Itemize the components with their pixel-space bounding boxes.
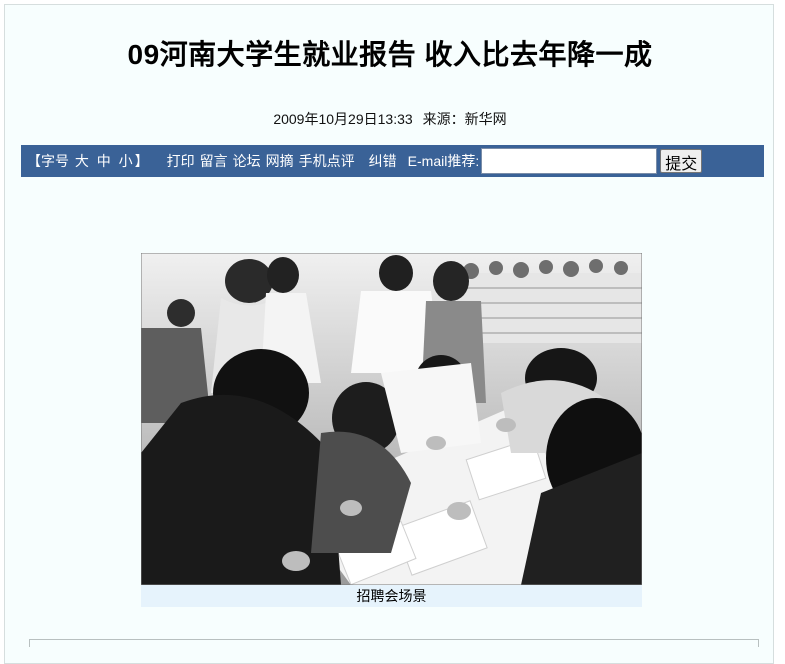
publish-datetime: 2009年10月29日13:33	[273, 111, 413, 127]
forum-link[interactable]: 论坛	[233, 151, 261, 171]
font-size-small-link[interactable]: 小	[119, 153, 133, 169]
email-recommend-label: E-mail推荐:	[407, 153, 480, 169]
font-size-label: 【字号	[27, 153, 69, 169]
article-source: 来源：新华网	[422, 111, 507, 127]
article-meta: 2009年10月29日13:33 来源：新华网	[5, 109, 775, 129]
print-link[interactable]: 打印	[167, 151, 195, 171]
photo-caption: 招聘会场景	[141, 585, 642, 607]
content-divider	[29, 639, 759, 647]
mobile-review-link[interactable]: 手机点评	[299, 151, 355, 171]
font-size-large-link[interactable]: 大	[75, 153, 89, 169]
correction-link[interactable]: 纠错	[369, 151, 397, 171]
font-size-medium-link[interactable]: 中	[97, 153, 111, 169]
article-title: 09河南大学生就业报告 收入比去年降一成	[127, 39, 653, 70]
recruitment-photo	[141, 253, 642, 585]
email-input[interactable]	[481, 148, 658, 174]
submit-button[interactable]: 提交	[660, 149, 703, 173]
article-page: 09河南大学生就业报告 收入比去年降一成 2009年10月29日13:33 来源：…	[4, 4, 774, 664]
comment-link[interactable]: 留言	[200, 151, 228, 171]
article-toolbar: 【字号 大 中 小】 打印 留言 论坛 网摘 手机点评 纠错 E-mail推荐:…	[21, 145, 764, 177]
photo-image	[141, 253, 642, 585]
font-size-bracket: 】	[134, 153, 149, 169]
excerpt-link[interactable]: 网摘	[266, 151, 294, 171]
font-size-control: 【字号 大 中 小】	[27, 151, 149, 171]
